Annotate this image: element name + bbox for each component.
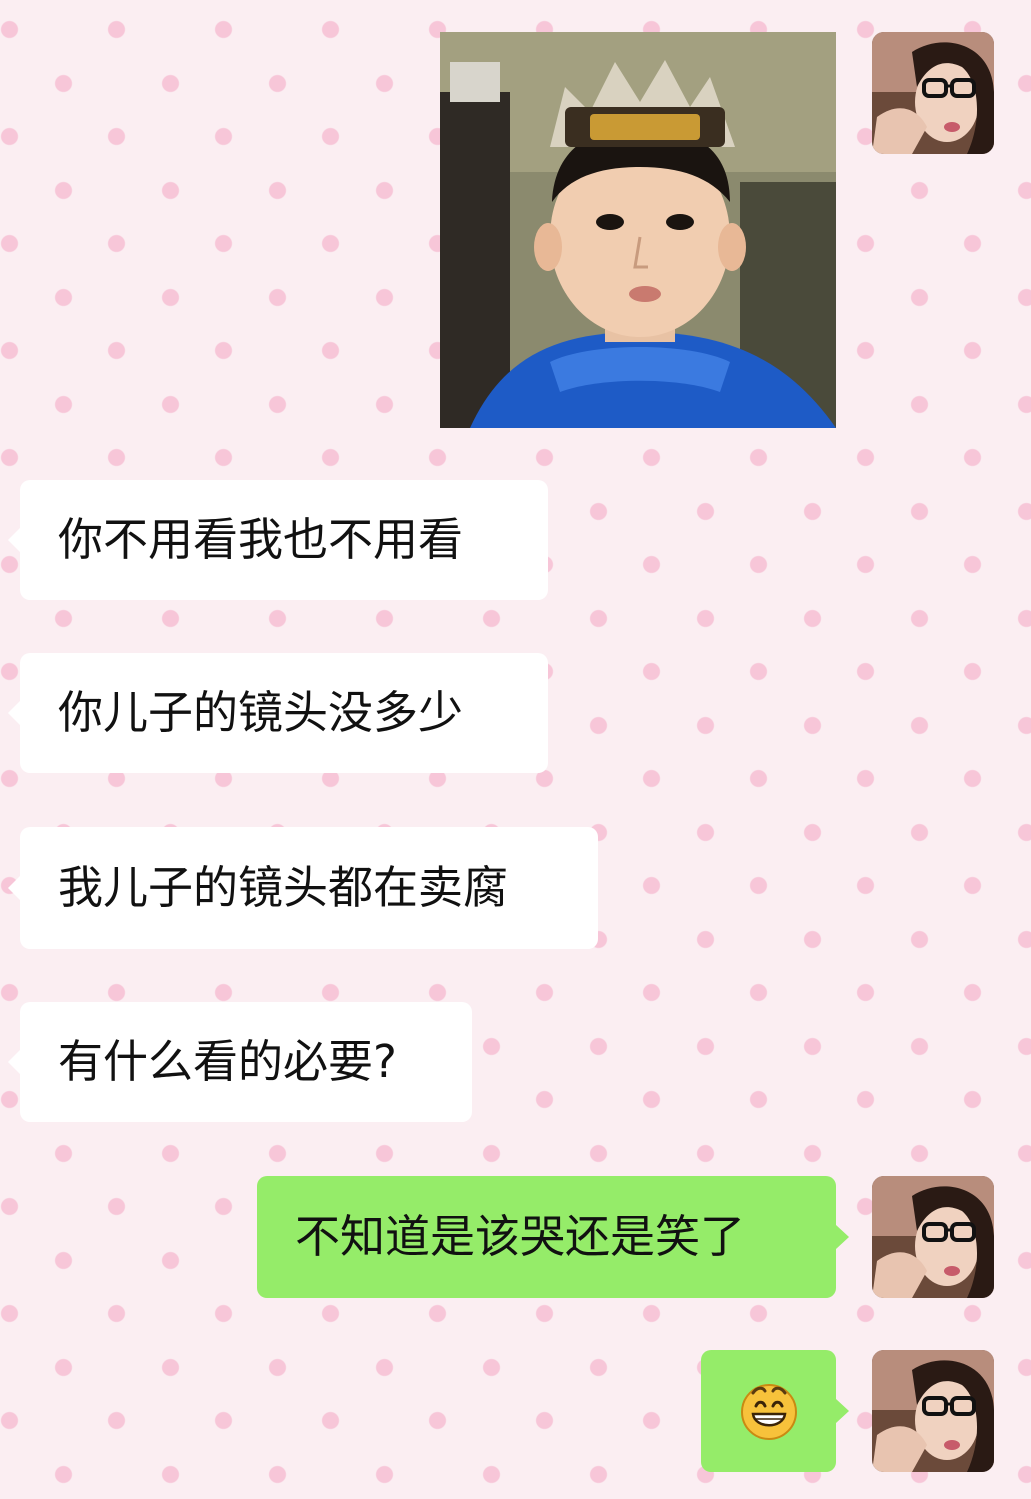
message-text: 不知道是该哭还是笑了 bbox=[295, 1210, 746, 1263]
incoming-message-bubble[interactable]: 有什么看的必要? bbox=[8, 1002, 472, 1122]
outgoing-emoji-bubble[interactable] bbox=[701, 1350, 849, 1472]
grinning-face-emoji-icon bbox=[740, 1384, 797, 1440]
sender-avatar[interactable] bbox=[872, 1176, 994, 1298]
sender-avatar[interactable] bbox=[872, 32, 994, 154]
avatar-photo bbox=[872, 32, 994, 154]
incoming-message-bubble[interactable]: 我儿子的镜头都在卖腐 bbox=[8, 827, 598, 949]
avatar-photo bbox=[872, 1350, 994, 1472]
message-text: 我儿子的镜头都在卖腐 bbox=[58, 861, 509, 914]
incoming-message-bubble[interactable]: 你儿子的镜头没多少 bbox=[8, 653, 548, 773]
message-text: 你不用看我也不用看 bbox=[58, 513, 464, 566]
image-message[interactable] bbox=[440, 32, 836, 428]
avatar-photo bbox=[872, 1176, 994, 1298]
chat-view: 你不用看我也不用看 你儿子的镜头没多少 我儿子的镜头都在卖腐 有什么看的必要? … bbox=[0, 0, 1031, 1499]
boy-photo bbox=[440, 32, 836, 428]
sender-avatar[interactable] bbox=[872, 1350, 994, 1472]
message-text: 你儿子的镜头没多少 bbox=[58, 686, 464, 739]
incoming-message-bubble[interactable]: 你不用看我也不用看 bbox=[8, 480, 548, 600]
outgoing-message-bubble[interactable]: 不知道是该哭还是笑了 bbox=[257, 1176, 849, 1298]
message-text: 有什么看的必要? bbox=[58, 1035, 397, 1088]
